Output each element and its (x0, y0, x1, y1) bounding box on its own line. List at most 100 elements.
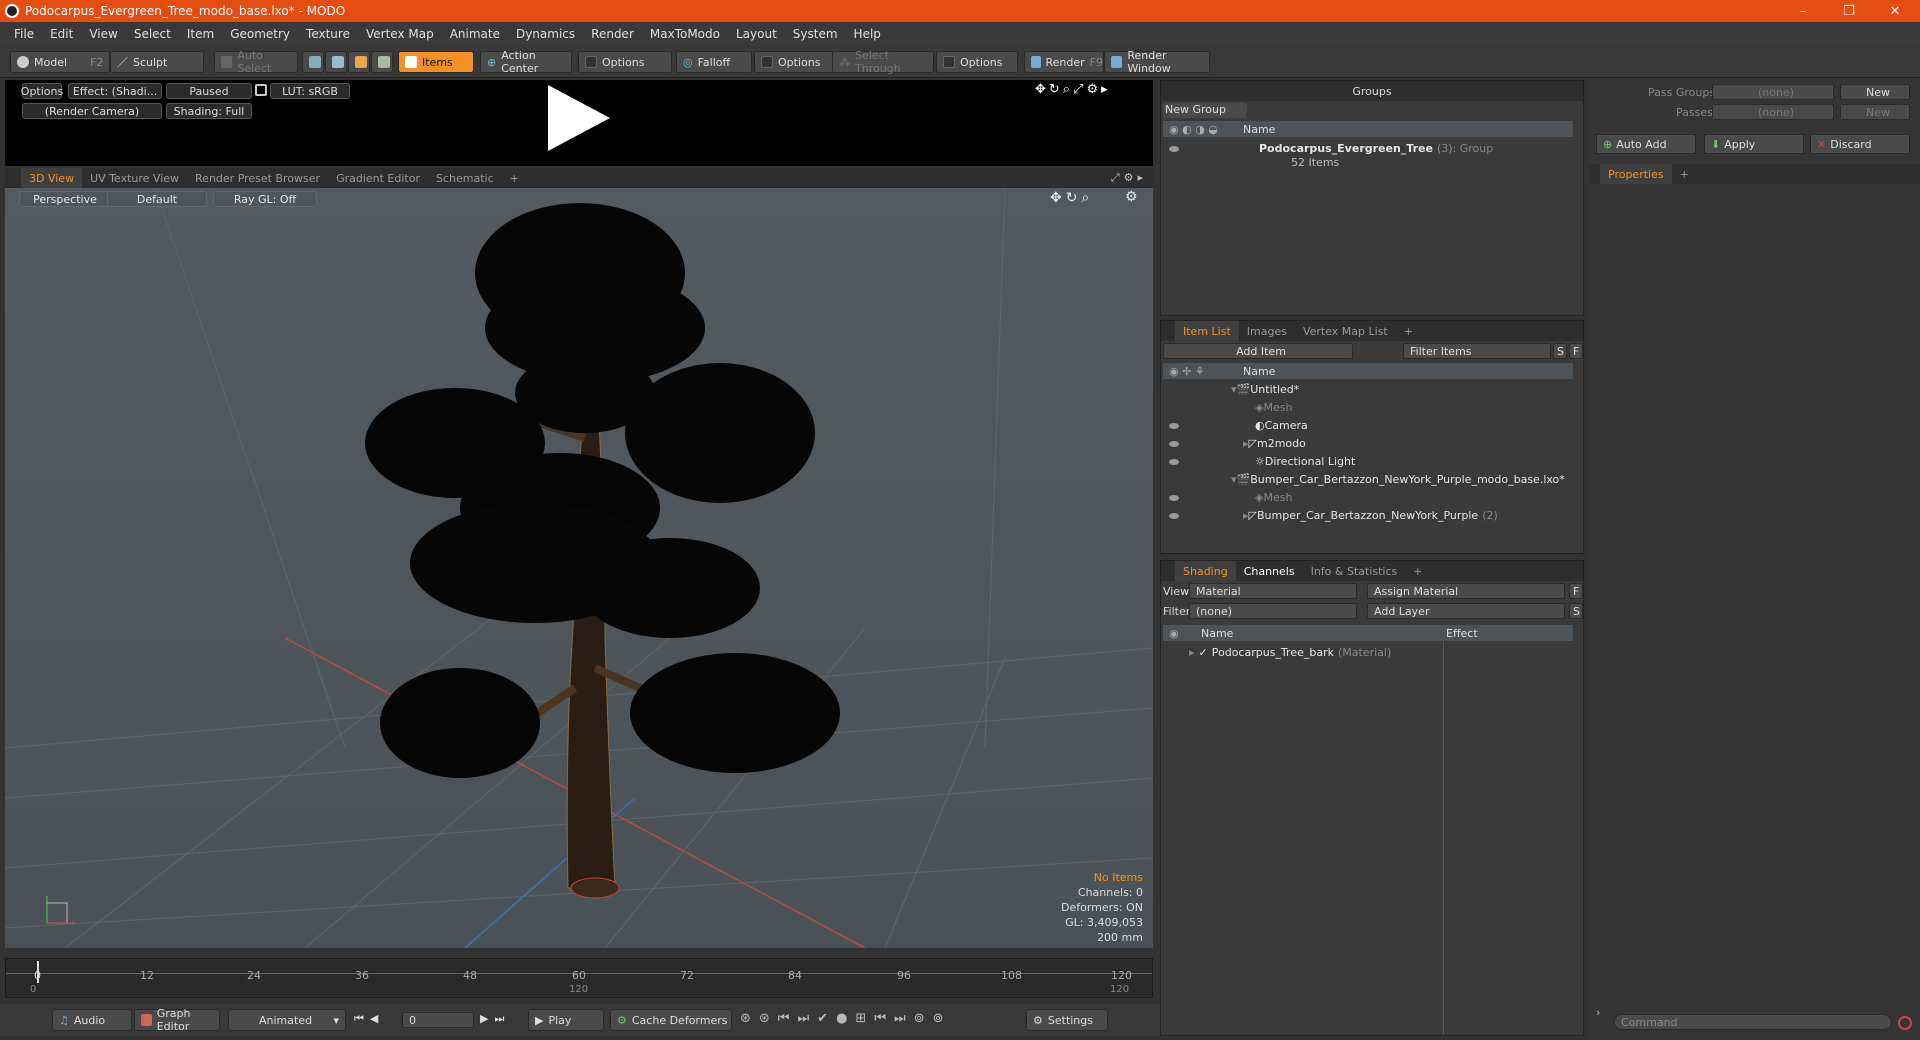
tab-item-list[interactable]: Item List (1175, 321, 1239, 341)
falloff-options-button[interactable]: Options (754, 51, 836, 73)
sculpt-mode-button[interactable]: ／ Sculpt (110, 51, 204, 73)
list-item[interactable]: ☼ Directional Light (1163, 452, 1355, 470)
tab-render-preset-browser[interactable]: Render Preset Browser (187, 168, 328, 188)
tab-images[interactable]: Images (1239, 321, 1295, 341)
menu-layout[interactable]: Layout (728, 27, 785, 41)
menu-texture[interactable]: Texture (298, 27, 358, 41)
menu-view[interactable]: View (81, 27, 125, 41)
skip-forward-buttons[interactable]: ▶⏭ (480, 1012, 510, 1026)
audio-button[interactable]: ♫ Audio (52, 1009, 132, 1031)
preview-nav-icons[interactable]: ✥↻⌕⤢⚙▸ (1035, 82, 1111, 97)
tab-channels[interactable]: Channels (1236, 561, 1303, 581)
model-mode-button[interactable]: Model F2 (10, 51, 110, 73)
maximize-button[interactable]: ❐ (1826, 0, 1872, 22)
add-tab-button[interactable]: + (1396, 321, 1421, 341)
add-tab-button[interactable]: + (1405, 561, 1430, 581)
render-button[interactable]: Render F9 (1024, 51, 1104, 73)
new-pass-group-button[interactable]: New (1840, 84, 1910, 100)
minimize-button[interactable]: – (1780, 0, 1826, 22)
falloff-button[interactable]: ◎ Falloff (676, 51, 752, 73)
eye-icon[interactable] (1163, 419, 1255, 432)
edges-select-button[interactable] (325, 51, 347, 73)
tab-info-statistics[interactable]: Info & Statistics (1303, 561, 1406, 581)
items-mode-button[interactable]: Items (398, 51, 474, 73)
eye-icon[interactable] (1163, 509, 1243, 522)
menu-item[interactable]: Item (179, 27, 222, 41)
material-row[interactable]: ▸ ✓ Podocarpus_Tree_bark (Material) (1189, 643, 1391, 661)
menu-vertex-map[interactable]: Vertex Map (358, 27, 442, 41)
timeline[interactable]: 0 12 24 36 48 60 72 84 96 108 120 0 120 … (5, 958, 1153, 998)
paused-toggle[interactable]: Paused (166, 83, 252, 99)
3d-viewport[interactable]: Perspective Default Ray GL: Off ✥↻⌕ ⚙ No… (5, 188, 1153, 948)
menu-maxtomodo[interactable]: MaxToModo (642, 27, 728, 41)
new-pass-button[interactable]: New (1840, 104, 1910, 120)
auto-add-button[interactable]: ⊕ Auto Add (1596, 134, 1696, 154)
tab-uv-texture-view[interactable]: UV Texture View (82, 168, 187, 188)
auto-select-button[interactable]: Auto Select (214, 49, 298, 75)
apply-button[interactable]: ⬇ Apply (1704, 134, 1804, 154)
action-center-options-button[interactable]: Options (578, 51, 672, 73)
new-group-button[interactable]: New Group (1163, 103, 1247, 118)
lock-icon[interactable] (255, 84, 267, 96)
discard-button[interactable]: ✕ Discard (1810, 134, 1910, 154)
lut-dropdown[interactable]: LUT: sRGB (270, 83, 350, 99)
filter-f-button[interactable]: F (1569, 343, 1583, 359)
tab-vertex-map-list[interactable]: Vertex Map List (1295, 321, 1396, 341)
menu-animate[interactable]: Animate (442, 27, 508, 41)
preview-options-button[interactable]: Options (21, 83, 63, 99)
menu-render[interactable]: Render (583, 27, 642, 41)
menu-edit[interactable]: Edit (42, 27, 81, 41)
menu-dynamics[interactable]: Dynamics (508, 27, 583, 41)
animation-tool-icons[interactable]: ⊛⊛⏮⏭✔●⊞⏮⏭⊚⊚ (740, 1011, 952, 1026)
vertices-select-button[interactable] (302, 51, 324, 73)
add-tab-button[interactable]: + (502, 168, 527, 188)
materials-select-button[interactable] (371, 51, 393, 73)
stop-icon[interactable] (1898, 1016, 1912, 1030)
play-button[interactable]: ▶ Play (528, 1009, 604, 1031)
eye-icon[interactable] (1163, 142, 1259, 155)
select-through-button[interactable]: ⁂ Select Through (832, 49, 934, 75)
menu-help[interactable]: Help (846, 27, 889, 41)
skip-back-buttons[interactable]: ⏮◀ (354, 1012, 384, 1026)
filter-s-button[interactable]: S (1553, 343, 1567, 359)
filter-items-input[interactable]: Filter Items (1403, 343, 1551, 359)
menu-select[interactable]: Select (126, 27, 179, 41)
add-tab-button[interactable]: + (1672, 164, 1697, 184)
tab-schematic[interactable]: Schematic (428, 168, 502, 188)
add-item-dropdown[interactable]: Add Item (1163, 343, 1353, 359)
frame-input[interactable]: 0 (402, 1012, 474, 1028)
list-item[interactable]: ▸ ◸ Bumper_Car_Bertazzon_NewYork_Purple(… (1163, 506, 1498, 524)
pass-groups-dropdown[interactable]: (none) (1712, 84, 1834, 100)
shading-s-button[interactable]: S (1569, 603, 1583, 619)
effect-dropdown[interactable]: Effect: (Shadi... (68, 83, 162, 99)
tab-3d-view[interactable]: 3D View (21, 168, 83, 188)
eye-icon[interactable] (1163, 491, 1255, 504)
list-item[interactable]: ▾ 🎬 Untitled* (1231, 380, 1299, 398)
panel-controls-icon[interactable]: ⤢⚙▸ (1111, 171, 1147, 185)
cache-deformers-button[interactable]: ⚙ Cache Deformers (610, 1009, 732, 1031)
menu-file[interactable]: File (6, 27, 42, 41)
tab-shading[interactable]: Shading (1175, 561, 1236, 581)
action-center-button[interactable]: ⊕ Action Center (480, 49, 572, 75)
passes-dropdown[interactable]: (none) (1712, 104, 1834, 120)
eye-icon[interactable] (1163, 455, 1255, 468)
menu-system[interactable]: System (785, 27, 846, 41)
list-item[interactable]: ▸ ◸ m2modo (1163, 434, 1306, 452)
list-item[interactable]: ▾ 🎬 Bumper_Car_Bertazzon_NewYork_Purple_m… (1231, 470, 1565, 488)
settings-button[interactable]: ⚙ Settings (1026, 1009, 1108, 1031)
shading-dropdown[interactable]: Shading: Full (166, 103, 252, 119)
polygons-select-button[interactable] (348, 51, 370, 73)
animated-dropdown[interactable]: Animated ▾ (228, 1009, 346, 1031)
command-input[interactable]: Command (1614, 1014, 1892, 1030)
camera-dropdown[interactable]: (Render Camera) (22, 103, 162, 119)
list-item[interactable]: ◈ Mesh (1231, 398, 1292, 416)
close-button[interactable]: ✕ (1872, 0, 1918, 22)
tab-properties[interactable]: Properties (1600, 164, 1672, 184)
list-item[interactable]: ◐ Camera (1163, 416, 1308, 434)
shading-f-button[interactable]: F (1569, 583, 1583, 599)
group-row[interactable]: Podocarpus_Evergreen_Tree (3) : Group (1163, 139, 1573, 157)
view-dropdown[interactable]: Material (1189, 583, 1357, 599)
eye-icon[interactable] (1163, 437, 1243, 450)
play-icon[interactable] (548, 85, 610, 151)
tab-gradient-editor[interactable]: Gradient Editor (328, 168, 428, 188)
